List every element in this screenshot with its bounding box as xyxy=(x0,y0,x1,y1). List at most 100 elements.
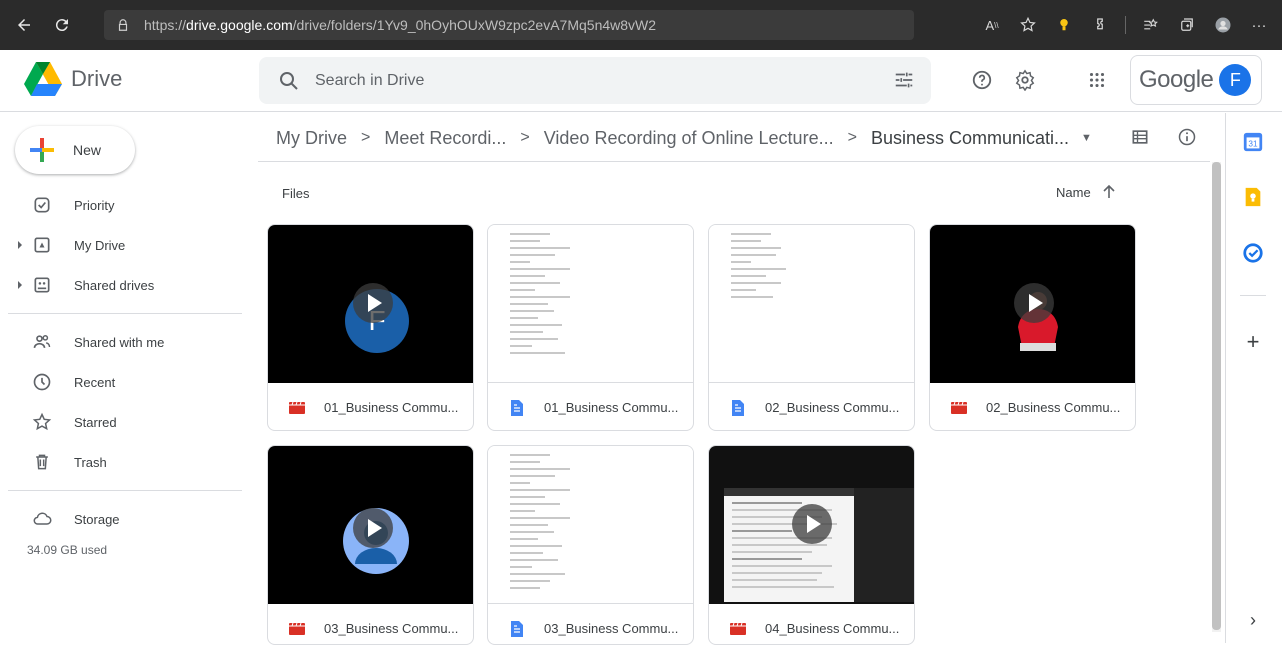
cloud-icon xyxy=(31,508,53,530)
search-options-icon[interactable] xyxy=(893,69,915,91)
shared-drives-icon xyxy=(31,274,53,296)
more-menu-icon[interactable]: ··· xyxy=(1248,14,1270,36)
sidebar-item-storage[interactable]: Storage xyxy=(0,502,250,536)
side-panel: 31 + › xyxy=(1225,113,1282,643)
scrollbar-thumb[interactable] xyxy=(1212,162,1221,630)
file-card[interactable]: 03_Business Commu... xyxy=(487,445,694,645)
breadcrumb: My Drive > Meet Recordi... > Video Recor… xyxy=(276,124,1092,152)
sidebar-item-starred[interactable]: Starred xyxy=(0,405,250,439)
doc-thumbnail xyxy=(488,446,693,604)
extensions-puzzle-icon[interactable] xyxy=(1089,14,1111,36)
drive-logo[interactable]: Drive xyxy=(24,62,122,96)
info-icon[interactable] xyxy=(1176,126,1198,148)
play-icon[interactable] xyxy=(353,508,393,548)
file-card[interactable]: 03_Business Commu... xyxy=(267,445,474,645)
favorite-add-icon[interactable] xyxy=(1017,14,1039,36)
app-name: Drive xyxy=(71,66,123,91)
settings-gear-icon[interactable] xyxy=(1012,67,1038,93)
chevron-right-icon[interactable]: › xyxy=(1241,608,1265,632)
video-thumbnail xyxy=(268,446,473,604)
file-name: 02_Business Commu... xyxy=(765,400,900,415)
breadcrumb-item-my-drive[interactable]: My Drive xyxy=(276,128,347,149)
search-bar[interactable] xyxy=(259,57,931,104)
sidebar-item-shared-drives[interactable]: Shared drives xyxy=(0,268,250,302)
drive-header: Drive Google F xyxy=(0,50,1282,112)
svg-text:31: 31 xyxy=(1248,140,1258,149)
sidebar-item-recent[interactable]: Recent xyxy=(0,365,250,399)
browser-toolbar: https://drive.google.com/drive/folders/1… xyxy=(0,0,1282,50)
back-arrow-icon[interactable] xyxy=(10,11,38,39)
plus-icon xyxy=(30,138,54,162)
drive-logo-icon xyxy=(24,62,62,96)
clock-icon xyxy=(31,371,53,393)
file-name: 01_Business Commu... xyxy=(544,400,679,415)
collections-icon[interactable] xyxy=(1176,14,1198,36)
breadcrumb-separator: > xyxy=(847,129,857,146)
doc-thumbnail xyxy=(709,225,914,383)
side-panel-divider xyxy=(1240,295,1266,296)
doc-file-icon xyxy=(511,620,523,637)
extension-bulb-icon[interactable] xyxy=(1053,14,1075,36)
sidebar-item-label: Starred xyxy=(74,414,117,430)
file-card[interactable]: 02_Business Commu... xyxy=(708,224,915,431)
breadcrumb-item-video-recording[interactable]: Video Recording of Online Lecture... xyxy=(544,128,834,149)
new-button[interactable]: New xyxy=(15,126,135,174)
address-bar[interactable]: https://drive.google.com/drive/folders/1… xyxy=(104,10,914,40)
folder-dropdown-icon[interactable]: ▼ xyxy=(1081,132,1092,144)
tasks-icon[interactable] xyxy=(1241,241,1265,265)
file-card[interactable]: 04_Business Commu... xyxy=(708,445,915,645)
expand-caret-icon[interactable] xyxy=(16,281,24,289)
breadcrumb-item-current[interactable]: Business Communicati... xyxy=(871,128,1069,149)
priority-check-icon xyxy=(31,194,53,216)
url-host: drive.google.com xyxy=(186,17,293,33)
play-icon[interactable] xyxy=(792,504,832,544)
url-prefix: https:// xyxy=(144,17,187,33)
file-card[interactable]: 01_Business Commu... xyxy=(487,224,694,431)
arrow-up-icon[interactable] xyxy=(1101,184,1117,200)
file-card[interactable]: F 01_Business Commu... xyxy=(267,224,474,431)
file-name: 03_Business Commu... xyxy=(544,621,679,636)
doc-preview-lines xyxy=(510,233,570,359)
keep-icon[interactable] xyxy=(1241,185,1265,209)
account-switcher[interactable]: Google F xyxy=(1130,55,1262,105)
profile-icon[interactable] xyxy=(1212,14,1234,36)
sidebar-item-label: Trash xyxy=(74,454,107,470)
read-aloud-icon[interactable]: A \\ xyxy=(981,14,1003,36)
file-card[interactable]: 02_Business Commu... xyxy=(929,224,1136,431)
sidebar-item-priority[interactable]: Priority xyxy=(0,188,250,222)
add-addon-icon[interactable]: + xyxy=(1241,329,1265,354)
play-icon[interactable] xyxy=(353,283,393,323)
search-input[interactable] xyxy=(315,71,875,90)
video-file-icon xyxy=(730,622,746,635)
sidebar-item-label: Shared with me xyxy=(74,334,165,350)
main-divider xyxy=(258,161,1210,162)
people-icon xyxy=(31,331,53,353)
toolbar-separator xyxy=(1125,16,1126,34)
file-card-footer: 01_Business Commu... xyxy=(268,383,473,430)
help-icon[interactable] xyxy=(969,67,995,93)
expand-caret-icon[interactable] xyxy=(16,241,24,249)
calendar-icon[interactable]: 31 xyxy=(1241,130,1265,154)
sidebar-item-shared-with-me[interactable]: Shared with me xyxy=(0,325,250,359)
files-section-label: Files xyxy=(282,186,310,201)
video-thumbnail xyxy=(930,225,1135,383)
sidebar-item-label: Priority xyxy=(74,197,115,213)
apps-grid-icon[interactable] xyxy=(1084,67,1110,93)
avatar[interactable]: F xyxy=(1219,64,1252,96)
sidebar-item-trash[interactable]: Trash xyxy=(0,445,250,479)
video-file-icon xyxy=(289,401,305,414)
file-card-footer: 03_Business Commu... xyxy=(268,604,473,644)
sidebar-item-my-drive[interactable]: My Drive xyxy=(0,228,250,262)
list-view-icon[interactable] xyxy=(1129,126,1151,148)
url-path: /drive/folders/1Yv9_0hOyhOUxW9zpc2evA7Mq… xyxy=(292,17,657,33)
favorites-list-icon[interactable] xyxy=(1140,14,1162,36)
file-name: 01_Business Commu... xyxy=(324,400,459,415)
document-screen-thumbnail xyxy=(724,488,854,602)
sort-by-name[interactable]: Name xyxy=(1056,184,1117,200)
breadcrumb-separator: > xyxy=(520,129,530,146)
play-icon[interactable] xyxy=(1014,283,1054,323)
video-file-icon xyxy=(951,401,967,414)
search-icon[interactable] xyxy=(277,69,301,93)
breadcrumb-item-meet-recordings[interactable]: Meet Recordi... xyxy=(384,128,506,149)
refresh-icon[interactable] xyxy=(48,11,76,39)
